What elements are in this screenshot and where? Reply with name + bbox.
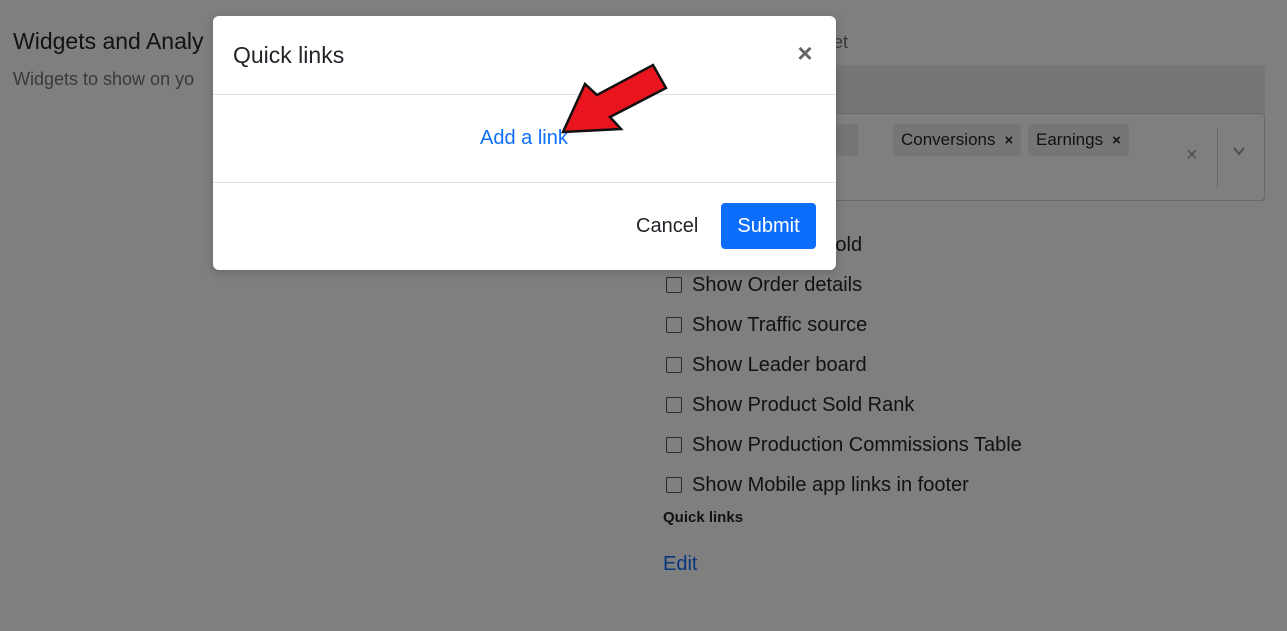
add-link-button[interactable]: Add a link xyxy=(480,127,568,150)
submit-button[interactable]: Submit xyxy=(721,203,816,249)
modal-header: Quick links × xyxy=(213,16,836,95)
red-arrow-icon xyxy=(561,63,668,134)
quick-links-modal: Quick links × Add a link Cancel Submit xyxy=(213,16,836,270)
cancel-button[interactable]: Cancel xyxy=(622,203,712,249)
close-icon[interactable]: × xyxy=(794,40,816,66)
modal-title: Quick links xyxy=(233,42,345,68)
modal-footer: Cancel Submit xyxy=(213,183,836,270)
modal-body: Add a link xyxy=(213,95,836,183)
